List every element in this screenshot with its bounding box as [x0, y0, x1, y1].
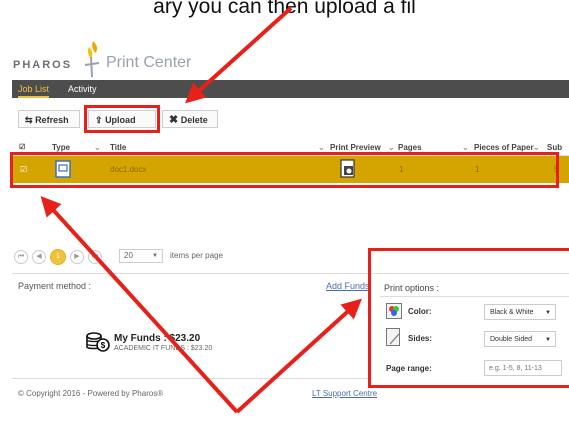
- arrow-to-upload: [185, 6, 293, 104]
- arrow-to-job-row: [40, 196, 239, 414]
- annotation-arrows: [40, 6, 362, 414]
- arrow-to-print-options: [235, 298, 362, 414]
